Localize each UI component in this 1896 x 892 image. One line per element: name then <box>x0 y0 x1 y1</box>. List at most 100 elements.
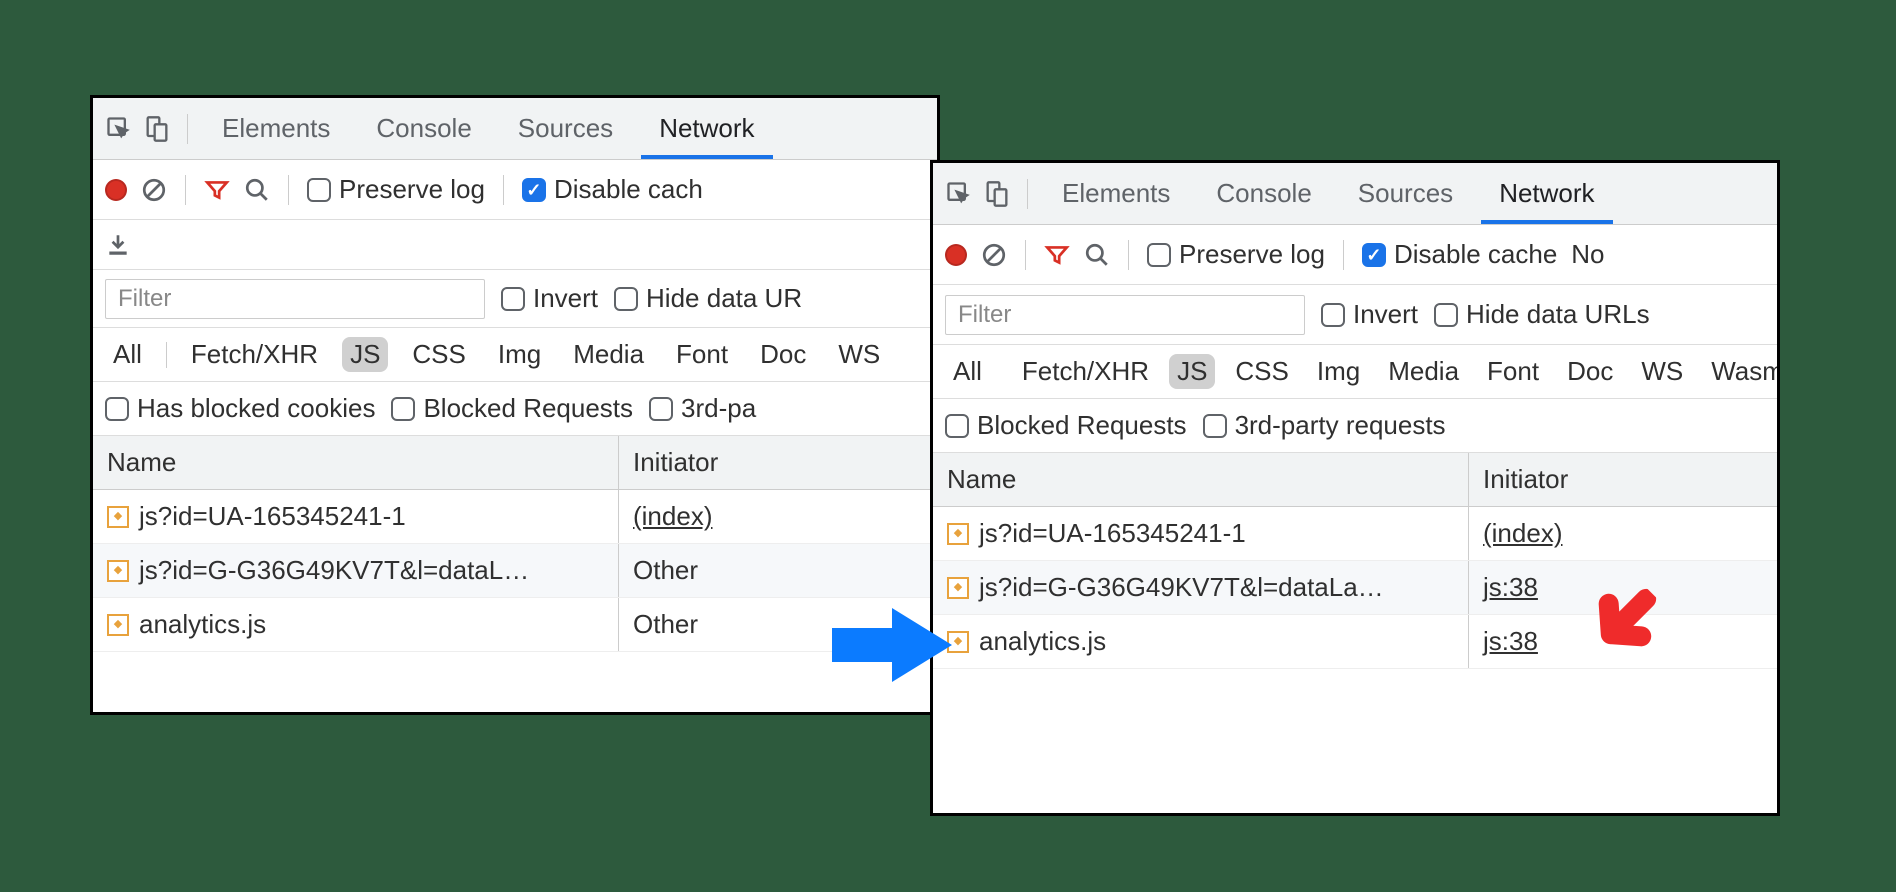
clear-icon[interactable] <box>981 242 1007 268</box>
type-fetch[interactable]: Fetch/XHR <box>183 337 326 372</box>
type-font[interactable]: Font <box>668 337 736 372</box>
request-name: js?id=G-G36G49KV7T&l=dataL… <box>139 555 529 586</box>
type-doc[interactable]: Doc <box>1559 354 1621 389</box>
col-initiator[interactable]: Initiator <box>619 436 937 489</box>
preserve-log-toggle[interactable]: Preserve log <box>1147 239 1325 270</box>
devtools-panel-after: Elements Console Sources Network Preserv… <box>930 160 1780 816</box>
inspect-icon[interactable] <box>105 115 133 143</box>
initiator-link[interactable]: js:38 <box>1483 626 1538 657</box>
type-filter-bar: All Fetch/XHR JS CSS Img Media Font Doc … <box>93 328 937 382</box>
type-wasm[interactable]: Wasm <box>1703 354 1777 389</box>
tab-sources[interactable]: Sources <box>500 98 631 159</box>
invert-label: Invert <box>1353 299 1418 330</box>
initiator-link[interactable]: (index) <box>1483 518 1562 549</box>
third-party-label: 3rd-party requests <box>1235 410 1446 441</box>
col-name[interactable]: Name <box>93 436 618 489</box>
disable-cache-toggle[interactable]: Disable cache <box>1362 239 1557 270</box>
type-js[interactable]: JS <box>342 337 388 372</box>
disable-cache-toggle[interactable]: Disable cach <box>522 174 703 205</box>
initiator-link[interactable]: (index) <box>633 501 712 532</box>
download-row <box>93 220 937 270</box>
tab-network[interactable]: Network <box>1481 163 1612 224</box>
invert-toggle[interactable]: Invert <box>501 283 598 314</box>
type-ws[interactable]: WS <box>830 337 888 372</box>
cell-name: js?id=G-G36G49KV7T&l=dataLa… <box>933 572 1468 603</box>
checkbox-icon <box>1321 303 1345 327</box>
filter-input[interactable]: Filter <box>105 279 485 319</box>
type-img[interactable]: Img <box>490 337 549 372</box>
type-filter-bar: All Fetch/XHR JS CSS Img Media Font Doc … <box>933 345 1777 399</box>
inspect-icon[interactable] <box>945 180 973 208</box>
hide-urls-label: Hide data UR <box>646 283 802 314</box>
cell-initiator: Other <box>619 555 937 586</box>
hide-data-urls-toggle[interactable]: Hide data UR <box>614 283 802 314</box>
search-icon[interactable] <box>1084 242 1110 268</box>
filter-input[interactable]: Filter <box>945 295 1305 335</box>
checkbox-checked-icon <box>1362 243 1386 267</box>
table-row[interactable]: js?id=UA-165345241-1 (index) <box>93 490 937 544</box>
separator <box>1128 240 1129 270</box>
checkbox-icon <box>391 397 415 421</box>
device-toolbar-icon[interactable] <box>983 180 1011 208</box>
table-row[interactable]: analytics.js Other <box>93 598 937 652</box>
devtools-panel-before: Elements Console Sources Network Preserv… <box>90 95 940 715</box>
network-toolbar: Preserve log Disable cach <box>93 160 937 220</box>
download-icon[interactable] <box>105 232 131 258</box>
blocked-requests-toggle[interactable]: Blocked Requests <box>391 393 633 424</box>
checkbox-icon <box>1434 303 1458 327</box>
col-initiator[interactable]: Initiator <box>1469 453 1777 506</box>
type-css[interactable]: CSS <box>404 337 473 372</box>
tab-bar: Elements Console Sources Network <box>93 98 937 160</box>
type-ws[interactable]: WS <box>1633 354 1691 389</box>
separator <box>1343 240 1344 270</box>
tab-console[interactable]: Console <box>358 98 489 159</box>
table-row[interactable]: js?id=G-G36G49KV7T&l=dataL… Other <box>93 544 937 598</box>
type-media[interactable]: Media <box>1380 354 1467 389</box>
type-all[interactable]: All <box>945 354 990 389</box>
flags-bar: Blocked Requests 3rd-party requests <box>933 399 1777 453</box>
invert-label: Invert <box>533 283 598 314</box>
type-media[interactable]: Media <box>565 337 652 372</box>
request-name: analytics.js <box>979 626 1106 657</box>
third-party-toggle[interactable]: 3rd-pa <box>649 393 756 424</box>
type-font[interactable]: Font <box>1479 354 1547 389</box>
checkbox-icon <box>1203 414 1227 438</box>
tab-elements[interactable]: Elements <box>1044 163 1188 224</box>
invert-toggle[interactable]: Invert <box>1321 299 1418 330</box>
request-name: js?id=G-G36G49KV7T&l=dataLa… <box>979 572 1384 603</box>
js-file-icon <box>107 614 129 636</box>
type-js[interactable]: JS <box>1169 354 1215 389</box>
col-name[interactable]: Name <box>933 453 1468 506</box>
blocked-cookies-toggle[interactable]: Has blocked cookies <box>105 393 375 424</box>
type-css[interactable]: CSS <box>1227 354 1296 389</box>
table-row[interactable]: js?id=UA-165345241-1 (index) <box>933 507 1777 561</box>
blocked-requests-toggle[interactable]: Blocked Requests <box>945 410 1187 441</box>
record-icon[interactable] <box>105 179 127 201</box>
tab-sources[interactable]: Sources <box>1340 163 1471 224</box>
type-fetch[interactable]: Fetch/XHR <box>1014 354 1157 389</box>
separator <box>1025 240 1026 270</box>
preserve-log-toggle[interactable]: Preserve log <box>307 174 485 205</box>
search-icon[interactable] <box>244 177 270 203</box>
type-img[interactable]: Img <box>1309 354 1368 389</box>
record-icon[interactable] <box>945 244 967 266</box>
clear-icon[interactable] <box>141 177 167 203</box>
checkbox-icon <box>105 397 129 421</box>
table-header: Name Initiator <box>933 453 1777 507</box>
tab-network[interactable]: Network <box>641 98 772 159</box>
hide-data-urls-toggle[interactable]: Hide data URLs <box>1434 299 1650 330</box>
request-name: js?id=UA-165345241-1 <box>139 501 406 532</box>
cell-initiator: (index) <box>619 501 937 532</box>
third-party-toggle[interactable]: 3rd-party requests <box>1203 410 1446 441</box>
type-doc[interactable]: Doc <box>752 337 814 372</box>
initiator-link[interactable]: js:38 <box>1483 572 1538 603</box>
type-all[interactable]: All <box>105 337 150 372</box>
filter-icon[interactable] <box>1044 242 1070 268</box>
device-toolbar-icon[interactable] <box>143 115 171 143</box>
third-party-label: 3rd-pa <box>681 393 756 424</box>
tab-console[interactable]: Console <box>1198 163 1329 224</box>
filter-icon[interactable] <box>204 177 230 203</box>
initiator-text: Other <box>633 555 698 586</box>
preserve-log-label: Preserve log <box>339 174 485 205</box>
tab-elements[interactable]: Elements <box>204 98 348 159</box>
